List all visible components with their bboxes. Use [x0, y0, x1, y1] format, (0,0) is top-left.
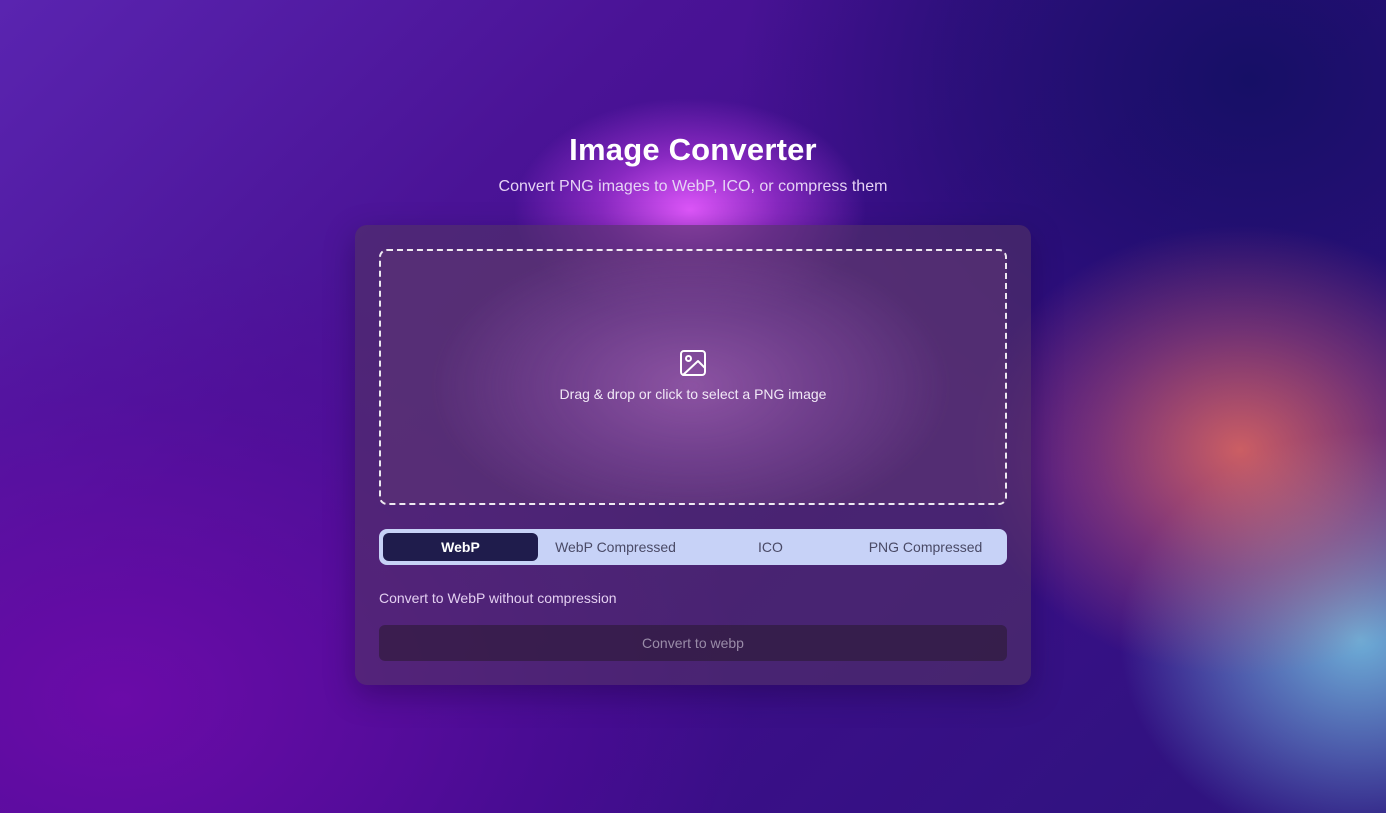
page-title: Image Converter — [569, 132, 817, 167]
file-dropzone[interactable]: Drag & drop or click to select a PNG ima… — [379, 249, 1007, 505]
tab-ico[interactable]: ICO — [693, 533, 848, 561]
format-description: Convert to WebP without compression — [379, 590, 617, 606]
converter-card: Drag & drop or click to select a PNG ima… — [355, 225, 1031, 685]
dropzone-text: Drag & drop or click to select a PNG ima… — [559, 386, 827, 402]
page-header: Image Converter Convert PNG images to We… — [0, 130, 1386, 198]
tab-webp[interactable]: WebP — [383, 533, 538, 561]
tab-png-compressed[interactable]: PNG Compressed — [848, 533, 1003, 561]
image-icon — [680, 350, 706, 376]
format-tabs: WebP WebP Compressed ICO PNG Compressed — [379, 529, 1007, 565]
tab-webp-compressed[interactable]: WebP Compressed — [538, 533, 693, 561]
page-subtitle: Convert PNG images to WebP, ICO, or comp… — [498, 178, 888, 195]
convert-button[interactable]: Convert to webp — [379, 625, 1007, 661]
